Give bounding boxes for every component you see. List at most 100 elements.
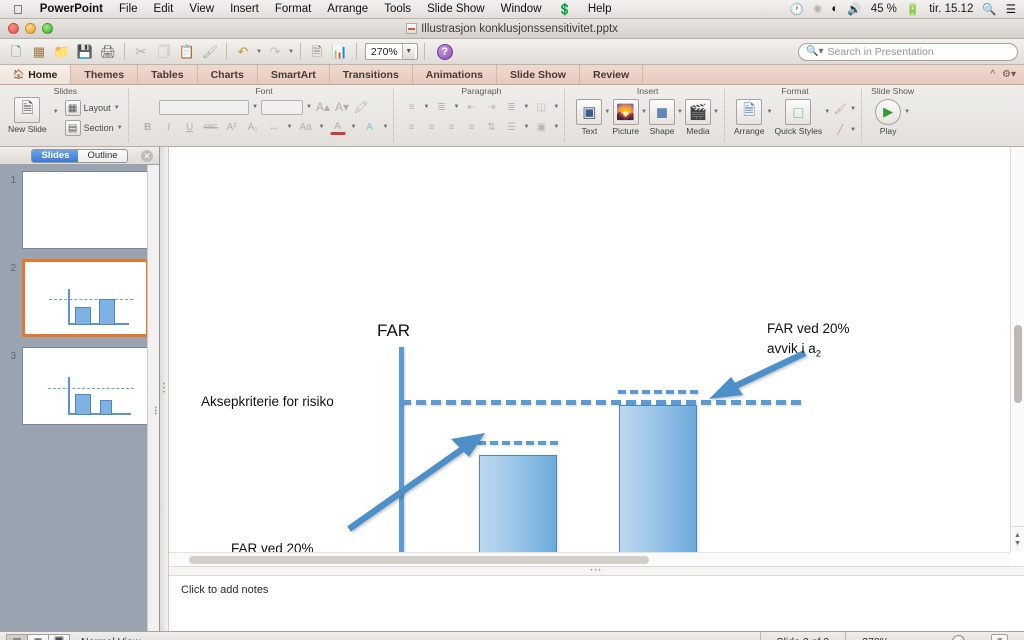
menu-item-help[interactable]: Help — [580, 3, 620, 15]
font-color-dropdown-icon[interactable]: ▼ — [351, 124, 357, 130]
canvas-horizontal-scrollbar[interactable] — [169, 552, 1010, 566]
menu-item-slide-show[interactable]: Slide Show — [419, 3, 493, 15]
close-window-button[interactable] — [8, 23, 19, 34]
list-item[interactable]: 1 — [0, 171, 159, 259]
slide-thumbnail-1[interactable] — [22, 171, 149, 249]
maximize-window-button[interactable] — [42, 23, 53, 34]
tab-animations[interactable]: Animations — [413, 65, 497, 84]
speaker-icon[interactable]: 🔊 — [847, 2, 861, 16]
minimize-window-button[interactable] — [25, 23, 36, 34]
character-spacing-icon[interactable]: ↔ — [266, 119, 282, 135]
menu-item-arrange[interactable]: Arrange — [319, 3, 376, 15]
play-button[interactable]: ▶ Play — [875, 99, 902, 136]
collapse-ribbon-icon[interactable]: ^ — [990, 69, 995, 80]
tab-charts[interactable]: Charts — [198, 65, 258, 84]
slides-outline-toggle[interactable]: Slides Outline — [31, 148, 128, 163]
close-icon[interactable]: ✕ — [141, 149, 153, 162]
callout-right-line2[interactable]: avvik i a2 — [767, 339, 821, 361]
cut-icon[interactable]: ✂ — [131, 42, 151, 62]
quick-styles-button[interactable]: ◻ Quick Styles — [774, 99, 822, 136]
font-name-dropdown-icon[interactable]: ▼ — [252, 104, 258, 110]
insert-text-dropdown-icon[interactable]: ▼ — [604, 109, 610, 115]
section-button[interactable]: ▤ Section ▼ — [64, 120, 123, 136]
list-item[interactable]: 2 — [0, 259, 159, 347]
new-slide-dropdown-icon[interactable]: ▼ — [53, 109, 59, 115]
menu-item-powerpoint[interactable]: PowerPoint — [32, 3, 111, 15]
smart-art-icon[interactable]: 📊 — [330, 42, 350, 62]
columns-dropdown-icon[interactable]: ▼ — [553, 104, 559, 110]
shape-line-dropdown-icon[interactable]: ▼ — [850, 127, 856, 133]
slide-thumbnail-3[interactable] — [22, 347, 149, 425]
undo-dropdown-icon[interactable]: ▼ — [256, 49, 262, 55]
shrink-font-button[interactable]: A▾ — [334, 99, 350, 115]
menu-item-format[interactable]: Format — [267, 3, 319, 15]
decrease-indent-icon[interactable]: ⇤ — [463, 99, 479, 115]
spotlight-icon[interactable]: 🔍 — [982, 2, 996, 16]
strikethrough-button[interactable]: ABC — [203, 119, 219, 135]
menu-item-tools[interactable]: Tools — [376, 3, 419, 15]
clear-formatting-icon[interactable]: 🖍 — [353, 99, 369, 115]
notes-pane-resize-handle[interactable]: ••• — [169, 566, 1024, 575]
chevron-down-icon[interactable]: ▼ — [401, 44, 415, 59]
bullets-dropdown-icon[interactable]: ▼ — [424, 104, 430, 110]
layout-dropdown-icon[interactable]: ▼ — [114, 105, 120, 111]
clock-label[interactable]: tir. 15.12 — [929, 3, 973, 15]
fit-to-window-icon[interactable]: ⤢⤡ — [991, 634, 1008, 640]
increase-indent-icon[interactable]: ⇥ — [483, 99, 499, 115]
insert-media-button[interactable]: 🎬 Media — [684, 99, 711, 136]
chart-y-axis-title[interactable]: FAR — [377, 319, 410, 344]
scrollbar-arrows[interactable]: ▲ ▼ — [1011, 526, 1024, 552]
redo-dropdown-icon[interactable]: ▼ — [288, 49, 294, 55]
bluetooth-icon[interactable]: ✺ — [813, 2, 823, 16]
scrollbar-thumb[interactable] — [189, 556, 649, 564]
bullets-icon[interactable]: ≡ — [404, 99, 420, 115]
change-case-dropdown-icon[interactable]: ▼ — [319, 124, 325, 130]
zoom-slider-knob[interactable] — [952, 635, 965, 640]
menu-item-insert[interactable]: Insert — [222, 3, 267, 15]
change-case-icon[interactable]: Aa — [298, 119, 314, 135]
tab-tables[interactable]: Tables — [138, 65, 198, 84]
tab-outline[interactable]: Outline — [78, 149, 127, 162]
bar-far-after[interactable] — [619, 405, 697, 552]
section-dropdown-icon[interactable]: ▼ — [117, 125, 123, 131]
font-name-input[interactable] — [159, 99, 250, 115]
line-spacing-icon[interactable]: ≣ — [503, 99, 519, 115]
convert-smartart-icon[interactable]: ▣ — [533, 119, 549, 135]
help-button[interactable]: ? — [436, 43, 453, 60]
tab-themes[interactable]: Themes — [71, 65, 139, 84]
wifi-icon[interactable]: ◐ — [831, 3, 838, 15]
align-center-icon[interactable]: ≡ — [423, 119, 439, 135]
format-painter-icon[interactable]: 🖌 — [200, 42, 220, 62]
pane-splitter[interactable]: • • • — [160, 147, 169, 631]
subscript-button[interactable]: A₁ — [245, 119, 261, 135]
convert-smartart-dropdown-icon[interactable]: ▼ — [553, 124, 559, 130]
slide-sorter-icon[interactable]: ▦ — [27, 634, 49, 640]
zoom-combo-box[interactable]: 270% ▼ — [364, 43, 418, 60]
align-right-icon[interactable]: ≡ — [443, 119, 459, 135]
new-presentation-icon[interactable]: 🗋 — [6, 42, 26, 62]
columns-icon[interactable]: ◫ — [533, 99, 549, 115]
font-size-dropdown-icon[interactable]: ▼ — [306, 104, 312, 110]
callout-right-line1[interactable]: FAR ved 20% — [767, 319, 850, 339]
bar-far-after-sensitivity-top[interactable] — [618, 390, 698, 394]
clock-icon[interactable]: 🕐 — [789, 2, 803, 16]
menu-item-view[interactable]: View — [181, 3, 222, 15]
show-comments-icon[interactable]: 🗎 — [307, 42, 327, 62]
search-input[interactable]: 🔍▾ Search in Presentation — [798, 42, 1018, 61]
slide-canvas[interactable]: FAR Aksepkriterie for risiko FAR ved 20%… — [169, 147, 1024, 552]
tab-smartart[interactable]: SmartArt — [258, 65, 330, 84]
print-icon[interactable]: 🖨 — [98, 42, 118, 62]
numbering-icon[interactable]: ≣ — [433, 99, 449, 115]
slides-pane-scrollbar[interactable]: • • • — [147, 165, 159, 631]
presenter-view-icon[interactable]: 🖥 — [48, 634, 70, 640]
grow-font-button[interactable]: A▴ — [315, 99, 331, 115]
menu-item-edit[interactable]: Edit — [146, 3, 182, 15]
align-text-icon[interactable]: ⇅ — [483, 119, 499, 135]
arrange-dropdown-icon[interactable]: ▼ — [767, 109, 773, 115]
copy-icon[interactable]: 🗍 — [154, 42, 174, 62]
redo-icon[interactable]: ↷ — [265, 42, 285, 62]
save-icon[interactable]: 💾 — [75, 42, 95, 62]
insert-text-button[interactable]: ▣ Text — [576, 99, 603, 136]
shape-fill-dropdown-icon[interactable]: ▼ — [850, 106, 856, 112]
text-direction-dropdown-icon[interactable]: ▼ — [523, 124, 529, 130]
